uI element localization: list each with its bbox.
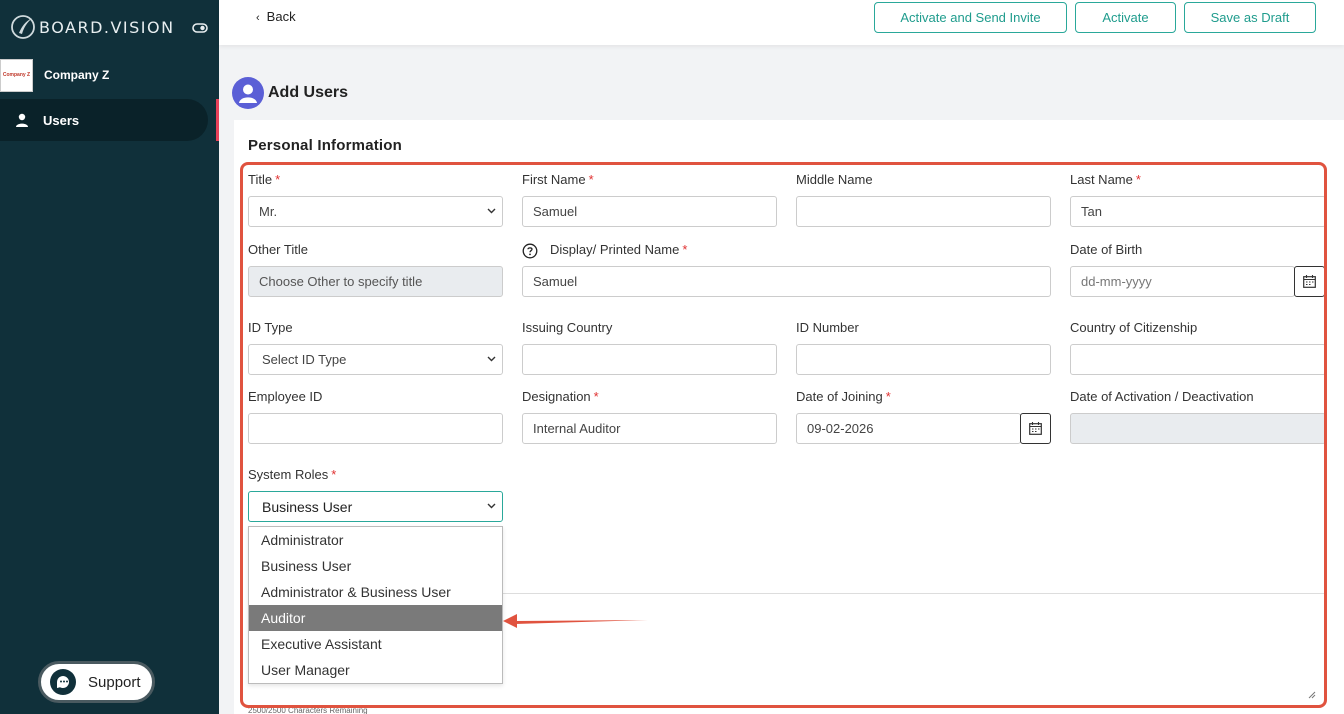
back-link[interactable]: ‹ Back	[256, 9, 296, 24]
activate-send-invite-button[interactable]: Activate and Send Invite	[874, 2, 1067, 33]
annotation-arrow-icon	[503, 614, 648, 628]
employee-id-label: Employee ID	[248, 389, 323, 404]
calendar-icon	[1029, 422, 1042, 435]
support-label: Support	[88, 673, 141, 691]
resize-handle-icon[interactable]	[1308, 691, 1316, 699]
joining-date-input[interactable]: 09-02-2026	[796, 413, 1021, 444]
activate-button[interactable]: Activate	[1075, 2, 1176, 33]
title-select[interactable]: Mr.	[248, 196, 503, 227]
top-bar: ‹ Back Activate and Send Invite Activate …	[219, 0, 1344, 45]
option-admin-business-user[interactable]: Administrator & Business User	[249, 579, 502, 605]
chat-icon	[50, 669, 76, 695]
display-name-input[interactable]: Samuel	[522, 266, 1051, 297]
char-counter: 2500/2500 Characters Remaining	[248, 706, 368, 714]
activation-date-input	[1070, 413, 1326, 444]
sidebar-item-users[interactable]: Users	[0, 99, 208, 141]
id-type-select[interactable]: Select ID Type	[248, 344, 503, 375]
display-name-label: Display/ Printed Name *	[550, 242, 688, 257]
back-label: Back	[266, 9, 296, 24]
chevron-left-icon: ‹	[256, 12, 260, 24]
board-vision-logo-icon	[11, 15, 35, 39]
toggle-sidebar-icon[interactable]	[192, 22, 208, 34]
first-name-input[interactable]: Samuel	[522, 196, 777, 227]
employee-id-input[interactable]	[248, 413, 503, 444]
dob-calendar-button[interactable]	[1294, 266, 1325, 297]
other-title-label: Other Title	[248, 242, 308, 257]
citizenship-input[interactable]	[1070, 344, 1326, 375]
id-number-label: ID Number	[796, 320, 859, 335]
chevron-down-icon	[487, 503, 496, 509]
activation-label: Date of Activation / Deactivation	[1070, 389, 1254, 404]
middle-name-label: Middle Name	[796, 172, 873, 187]
joining-calendar-button[interactable]	[1020, 413, 1051, 444]
brand-logo[interactable]: BOARD.VISION	[10, 14, 175, 40]
system-roles-label: System Roles *	[248, 467, 337, 482]
company-logo: Company Z	[0, 58, 33, 92]
joining-label: Date of Joining *	[796, 389, 891, 404]
system-roles-dropdown[interactable]: Administrator Business User Administrato…	[248, 526, 503, 684]
sidebar-item-label: Users	[43, 112, 80, 128]
calendar-icon	[1303, 275, 1316, 288]
sidebar: BOARD.VISION Company Z Company Z Users S…	[0, 0, 219, 714]
help-icon[interactable]	[522, 243, 538, 259]
designation-label: Designation *	[522, 389, 599, 404]
active-indicator	[216, 99, 219, 141]
option-administrator[interactable]: Administrator	[249, 527, 502, 553]
title-label: Title *	[248, 172, 281, 187]
user-icon	[16, 113, 28, 127]
option-auditor[interactable]: Auditor	[249, 605, 502, 631]
middle-name-input[interactable]	[796, 196, 1051, 227]
last-name-label: Last Name *	[1070, 172, 1141, 187]
user-avatar-icon	[232, 77, 264, 109]
system-roles-select[interactable]: Business User	[248, 491, 503, 522]
dob-input[interactable]: dd-mm-yyyy	[1070, 266, 1295, 297]
designation-input[interactable]: Internal Auditor	[522, 413, 777, 444]
chevron-down-icon	[487, 356, 496, 362]
support-button[interactable]: Support	[38, 661, 155, 703]
issuing-country-input[interactable]	[522, 344, 777, 375]
last-name-input[interactable]: Tan	[1070, 196, 1326, 227]
citizenship-label: Country of Citizenship	[1070, 320, 1198, 335]
option-business-user[interactable]: Business User	[249, 553, 502, 579]
option-user-manager[interactable]: User Manager	[249, 657, 502, 683]
dob-label: Date of Birth	[1070, 242, 1143, 257]
first-name-label: First Name *	[522, 172, 594, 187]
other-title-input: Choose Other to specify title	[248, 266, 503, 297]
company-switcher[interactable]: Company Z Company Z	[0, 58, 219, 92]
id-number-input[interactable]	[796, 344, 1051, 375]
section-title: Personal Information	[248, 137, 403, 154]
page-title: Add Users	[268, 84, 349, 101]
chevron-down-icon	[487, 208, 496, 214]
save-draft-button[interactable]: Save as Draft	[1184, 2, 1316, 33]
id-type-label: ID Type	[248, 320, 293, 335]
brand-name: BOARD.VISION	[39, 17, 175, 37]
company-name: Company Z	[44, 68, 110, 82]
page-header: Add Users	[232, 77, 348, 109]
issuing-country-label: Issuing Country	[522, 320, 613, 335]
option-executive-assistant[interactable]: Executive Assistant	[249, 631, 502, 657]
